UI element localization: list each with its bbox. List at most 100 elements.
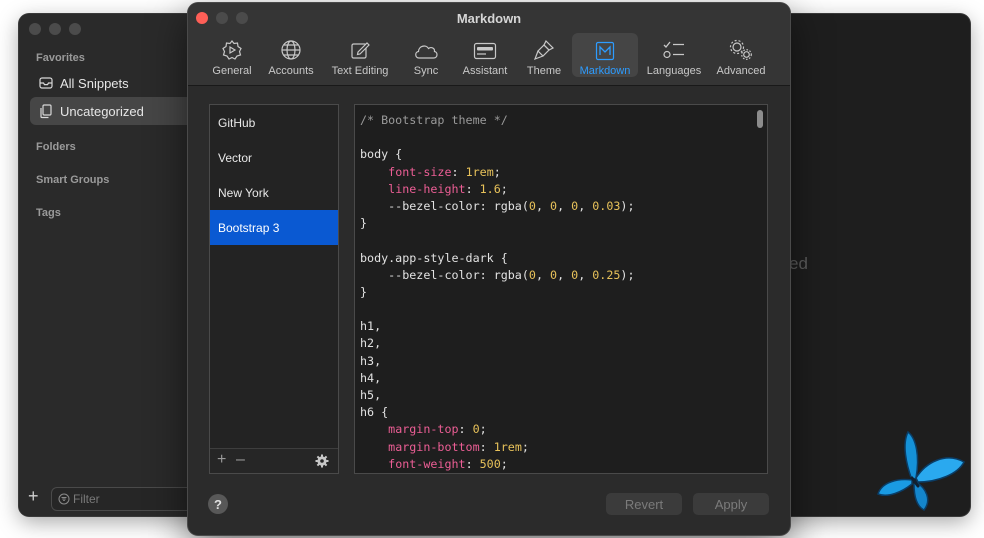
code-token: , (557, 198, 572, 213)
code-token: } (360, 284, 368, 299)
sidebar: Favorites All Snippets Uncategorized Fol… (19, 14, 213, 516)
code-line: /* Bootstrap theme */ (360, 112, 635, 129)
tags-heading[interactable]: Tags (36, 207, 61, 219)
tab-accounts[interactable]: Accounts (263, 33, 319, 77)
butterfly-icon (877, 430, 965, 511)
filter-placeholder: Filter (73, 492, 100, 506)
code-token: ; (500, 456, 508, 471)
tab-markdown[interactable]: Markdown (572, 33, 638, 77)
code-line: h1, (360, 318, 635, 335)
edit-icon (351, 42, 370, 59)
code-token: margin-top (388, 422, 459, 437)
assistant-icon (473, 42, 497, 60)
css-editor[interactable]: /* Bootstrap theme */ body { font-size: … (354, 104, 768, 474)
code-token: 0 (528, 267, 536, 282)
tab-languages[interactable]: Languages (643, 33, 705, 77)
code-token: ; (521, 439, 529, 454)
tray-icon (39, 77, 53, 89)
add-icon[interactable]: + (217, 451, 226, 469)
help-button[interactable]: ? (208, 494, 228, 514)
code-line: } (360, 215, 635, 232)
code-token: : (465, 456, 480, 471)
code-token: --bezel-color: rgba( (360, 267, 529, 282)
code-line: font-size: 1rem; (360, 164, 635, 181)
filter-icon (58, 493, 70, 505)
code-token: ); (620, 198, 635, 213)
tab-assistant[interactable]: Assistant (458, 33, 512, 77)
code-token: ; (500, 181, 508, 196)
tab-general[interactable]: General (209, 33, 255, 77)
code-line: font-weight: 500; (360, 456, 635, 473)
list-item-github[interactable]: GitHub (210, 105, 338, 140)
markdown-icon (595, 41, 615, 61)
sidebar-item-label: Uncategorized (60, 103, 144, 119)
globe-icon (281, 40, 301, 60)
list-icon (663, 41, 684, 59)
code-token: : (479, 439, 494, 454)
code-line: --bezel-color: rgba(0, 0, 0, 0.03); (360, 198, 635, 215)
dialog-title: Markdown (456, 11, 522, 26)
tab-advanced[interactable]: Advanced (714, 33, 768, 77)
favorites-heading: Favorites (36, 52, 85, 64)
tab-label: Accounts (268, 65, 314, 77)
remove-icon[interactable]: – (236, 451, 245, 469)
code-token: body { (360, 147, 403, 162)
tab-label: General (212, 65, 252, 77)
code-token: 0.03 (592, 198, 621, 213)
code-token: , (578, 198, 593, 213)
tab-label: Sync (413, 65, 439, 77)
code-token: line-height (388, 181, 466, 196)
code-token: h2, (360, 336, 382, 351)
gear-dial-icon (222, 40, 242, 60)
code-token: 0 (472, 422, 480, 437)
code-token: font-size (388, 164, 452, 179)
close-window-button[interactable] (29, 23, 41, 35)
code-line: } (360, 284, 635, 301)
code-token: ; (493, 164, 501, 179)
zoom-window-button[interactable] (69, 23, 81, 35)
code-text[interactable]: /* Bootstrap theme */ body { font-size: … (360, 112, 635, 473)
sidebar-item-uncategorized[interactable]: Uncategorized (30, 97, 202, 125)
tab-label: Languages (646, 65, 702, 77)
brush-icon (533, 39, 555, 61)
minimize-window-button[interactable] (49, 23, 61, 35)
code-token: , (535, 267, 551, 282)
list-item-bootstrap-3[interactable]: Bootstrap 3 (210, 210, 338, 245)
revert-button[interactable]: Revert (606, 493, 682, 515)
code-token: 500 (479, 456, 501, 471)
code-token: , (578, 267, 593, 282)
tab-theme[interactable]: Theme (522, 33, 566, 77)
add-icon[interactable]: + (28, 486, 39, 507)
style-list: GitHub Vector New York Bootstrap 3 + – (209, 104, 339, 474)
code-token: 0 (528, 198, 536, 213)
sidebar-item-all-snippets[interactable]: All Snippets (30, 69, 202, 97)
window-controls (29, 23, 81, 35)
gear-icon[interactable] (315, 454, 329, 468)
preferences-dialog: Markdown General Accounts Text Editing S… (188, 3, 790, 535)
smart-groups-heading[interactable]: Smart Groups (36, 174, 109, 186)
code-token: : (458, 422, 473, 437)
code-token: ); (620, 267, 635, 282)
code-token: h3, (360, 353, 382, 368)
code-token: 1.6 (479, 181, 501, 196)
code-line: margin-bottom: 1rem; (360, 439, 635, 456)
code-line: h2, (360, 335, 635, 352)
code-line: line-height: 1.6; (360, 181, 635, 198)
scrollbar-thumb[interactable] (757, 110, 763, 128)
code-token: h4, (360, 370, 382, 385)
toolbar: Markdown General Accounts Text Editing S… (188, 3, 790, 86)
tab-text-editing[interactable]: Text Editing (326, 33, 394, 77)
tab-sync[interactable]: Sync (404, 33, 448, 77)
folders-heading[interactable]: Folders (36, 141, 76, 153)
code-token: : (465, 181, 480, 196)
list-item-vector[interactable]: Vector (210, 140, 338, 175)
apply-button[interactable]: Apply (693, 493, 769, 515)
code-token: margin-bottom (388, 439, 480, 454)
list-item-new-york[interactable]: New York (210, 175, 338, 210)
